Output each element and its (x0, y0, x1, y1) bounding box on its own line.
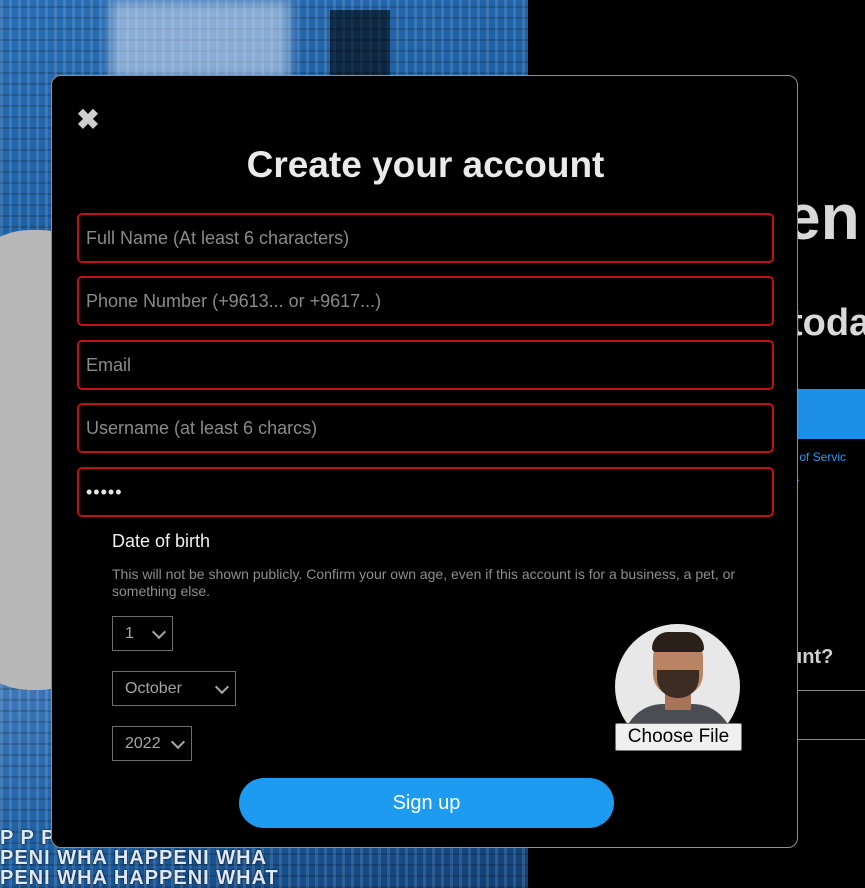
username-input[interactable] (77, 403, 774, 453)
full-name-input[interactable] (77, 213, 774, 263)
chevron-down-icon (214, 679, 230, 695)
background-terms-line: e. (790, 467, 846, 487)
background-divider (790, 690, 865, 691)
page: P P P PENI WHA HAPPENI WHA PENI WHA HAPP… (0, 0, 865, 888)
avatar-beard (657, 670, 699, 698)
email-input[interactable] (77, 340, 774, 390)
background-subtitle: toda (790, 302, 865, 344)
signup-modal: ✖ Create your account Date of birth This… (51, 75, 798, 848)
chevron-down-icon (151, 624, 167, 640)
phone-number-input[interactable] (77, 276, 774, 326)
password-input[interactable] (77, 467, 774, 517)
collage-splotch (110, 0, 290, 80)
year-select[interactable]: 2022 (112, 726, 192, 761)
background-divider (790, 739, 865, 740)
day-select-value: 1 (125, 625, 134, 642)
avatar-hair (652, 632, 704, 652)
collage-text-line: PENI WHA HAPPENI WHAT (0, 867, 279, 888)
collage-splotch (330, 10, 390, 80)
close-icon[interactable]: ✖ (76, 106, 100, 134)
chevron-down-icon (170, 734, 186, 750)
year-select-value: 2022 (125, 735, 161, 752)
month-select[interactable]: October (112, 671, 236, 706)
background-terms-line: s of Servic (790, 450, 847, 464)
day-select[interactable]: 1 (112, 616, 173, 651)
dob-note: This will not be shown publicly. Confirm… (112, 566, 736, 599)
background-terms: s of Servic e. (790, 447, 846, 487)
choose-file-button[interactable]: Choose File (615, 723, 742, 751)
signup-button[interactable]: Sign up (239, 778, 614, 828)
dob-label: Date of birth (112, 531, 211, 551)
modal-title: Create your account (246, 144, 605, 185)
collage-text-line: PENI WHA HAPPENI WHA (0, 847, 268, 869)
month-select-value: October (125, 680, 182, 697)
